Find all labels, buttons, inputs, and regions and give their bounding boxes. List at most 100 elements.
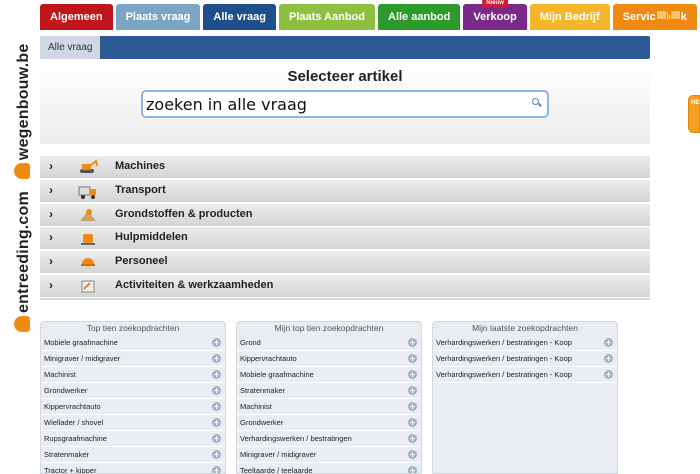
plus-icon[interactable] bbox=[408, 402, 417, 411]
plus-icon[interactable] bbox=[408, 370, 417, 379]
breadcrumb[interactable]: Alle vraag bbox=[40, 36, 101, 59]
plus-icon[interactable] bbox=[408, 386, 417, 395]
brand-logo[interactable]: entreeding.com wegenbouw.be bbox=[14, 44, 33, 332]
list-item[interactable]: Rupsgraafmachine bbox=[41, 431, 225, 447]
divider bbox=[40, 298, 650, 300]
list-item[interactable]: Wiellader / shovel bbox=[41, 415, 225, 431]
window-icon[interactable] bbox=[656, 10, 667, 20]
list-item[interactable]: Minigraver / midigraver bbox=[237, 447, 421, 463]
tab-plaats-aanbod[interactable]: Plaats Aanbod bbox=[279, 4, 375, 30]
list-item[interactable]: Grondwerker bbox=[41, 383, 225, 399]
tab-label: Verkoop bbox=[473, 11, 517, 23]
list-item-label: Tractor + kipper bbox=[44, 466, 97, 474]
plus-icon[interactable] bbox=[408, 466, 417, 473]
list-item-label: Minigraver / midigraver bbox=[240, 450, 317, 459]
print-icon[interactable] bbox=[670, 10, 681, 20]
tab-verkoop[interactable]: Nieuw Verkoop bbox=[463, 0, 527, 30]
my-recent-list: Mijn laatste zoekopdrachten Verhardingsw… bbox=[432, 321, 618, 474]
plus-icon[interactable] bbox=[604, 354, 613, 363]
category-label: Personeel bbox=[115, 255, 168, 268]
category-label: Activiteiten & werkzaamheden bbox=[115, 278, 274, 291]
list-item-label: Kippervrachtauto bbox=[240, 354, 297, 363]
category-hulpmiddelen[interactable]: › Hulpmiddelen bbox=[40, 227, 650, 250]
plus-icon[interactable] bbox=[212, 418, 221, 427]
list-item[interactable]: Grond bbox=[237, 335, 421, 351]
list-item[interactable]: Minigraver / midigraver bbox=[41, 351, 225, 367]
chevron-right-icon: › bbox=[49, 254, 53, 269]
list-item[interactable]: Machinist bbox=[237, 399, 421, 415]
plus-icon[interactable] bbox=[212, 466, 221, 473]
new-badge: Nieuw bbox=[482, 0, 508, 8]
plus-icon[interactable] bbox=[212, 434, 221, 443]
search-input[interactable] bbox=[143, 92, 523, 116]
list-item-label: Stratenmaker bbox=[44, 450, 90, 459]
list-item-label: Machinist bbox=[240, 402, 272, 411]
list-item[interactable]: Kippervrachtauto bbox=[41, 399, 225, 415]
list-item[interactable]: Verhardingswerken / bestratingen - Koop bbox=[433, 335, 617, 351]
plus-icon[interactable] bbox=[212, 354, 221, 363]
tab-alle-vraag[interactable]: Alle vraag bbox=[203, 4, 276, 30]
help-label: HELP bbox=[691, 100, 700, 106]
tab-alle-aanbod[interactable]: Alle aanbod bbox=[378, 4, 461, 30]
plus-icon[interactable] bbox=[408, 434, 417, 443]
list-item[interactable]: Verhardingswerken / bestratingen bbox=[237, 431, 421, 447]
materials-icon bbox=[80, 208, 96, 221]
chevron-right-icon: › bbox=[49, 277, 53, 292]
list-item[interactable]: Mobiele graafmachine bbox=[41, 335, 225, 351]
tab-label: Algemeen bbox=[50, 11, 103, 23]
list-items: Grond Kippervrachtauto Mobiele graafmachin… bbox=[237, 335, 421, 474]
tab-algemeen[interactable]: Algemeen bbox=[40, 4, 113, 30]
list-header: Mijn laatste zoekopdrachten bbox=[472, 323, 578, 333]
plus-icon[interactable] bbox=[604, 370, 613, 379]
list-item-label: Kippervrachtauto bbox=[44, 402, 101, 411]
plus-icon[interactable] bbox=[408, 338, 417, 347]
list-item[interactable]: Machinist bbox=[41, 367, 225, 383]
search-panel: Selecteer artikel bbox=[40, 64, 650, 144]
tab-plaats-vraag[interactable]: Plaats vraag bbox=[115, 4, 201, 30]
tab-label: Alle aanbod bbox=[388, 11, 451, 23]
list-item[interactable]: Mobiele graafmachine bbox=[237, 367, 421, 383]
category-personeel[interactable]: › Personeel bbox=[40, 251, 650, 274]
search-icon[interactable] bbox=[532, 98, 542, 108]
category-activiteiten[interactable]: › Activiteiten & werkzaamheden bbox=[40, 274, 650, 297]
list-item[interactable]: Stratenmaker bbox=[237, 383, 421, 399]
list-item[interactable]: Tractor + kipper bbox=[41, 463, 225, 474]
tab-label: Mijn Bedrijf bbox=[539, 11, 600, 23]
category-label: Grondstoffen & producten bbox=[115, 207, 253, 220]
tab-label: Alle vraag bbox=[213, 11, 266, 23]
list-item[interactable]: Teeltaarde / teelaarde bbox=[237, 463, 421, 474]
plus-icon[interactable] bbox=[212, 386, 221, 395]
tab-mijn-bedrijf[interactable]: Mijn Bedrijf bbox=[529, 4, 610, 30]
list-item[interactable]: Kippervrachtauto bbox=[237, 351, 421, 367]
plus-icon[interactable] bbox=[212, 370, 221, 379]
list-item[interactable]: Grondwerker bbox=[237, 415, 421, 431]
category-grondstoffen[interactable]: › Grondstoffen & producten bbox=[40, 203, 650, 226]
plus-icon[interactable] bbox=[408, 418, 417, 427]
brand-strip: entreeding.com wegenbouw.be bbox=[0, 30, 32, 332]
plus-icon[interactable] bbox=[212, 450, 221, 459]
category-list: › Machines › Transport › Grondstoffen & … bbox=[40, 156, 650, 299]
list-item-label: Grondwerker bbox=[44, 386, 88, 395]
chevron-right-icon: › bbox=[49, 206, 53, 221]
list-item[interactable]: Verhardingswerken / bestratingen - Koop bbox=[433, 367, 617, 383]
tab-servicedesk[interactable]: Servicedesk bbox=[612, 4, 697, 30]
top-ten-list: Top tien zoekopdrachten Mobiele graafmac… bbox=[40, 321, 226, 474]
plus-icon[interactable] bbox=[604, 338, 613, 347]
list-item[interactable]: Verhardingswerken / bestratingen - Koop bbox=[433, 351, 617, 367]
plus-icon[interactable] bbox=[212, 402, 221, 411]
category-machines[interactable]: › Machines bbox=[40, 156, 650, 178]
list-item-label: Teeltaarde / teelaarde bbox=[240, 466, 313, 474]
list-item-label: Verhardingswerken / bestratingen - Koop bbox=[436, 370, 572, 379]
activities-icon bbox=[81, 280, 95, 293]
category-transport[interactable]: › Transport bbox=[40, 179, 650, 202]
list-item[interactable]: Stratenmaker bbox=[41, 447, 225, 463]
help-tab[interactable]: HELP bbox=[688, 95, 700, 133]
brand-name-1: entreeding.com bbox=[15, 191, 32, 313]
plus-icon[interactable] bbox=[408, 354, 417, 363]
plus-icon[interactable] bbox=[212, 338, 221, 347]
tools-icon bbox=[81, 234, 95, 246]
my-top-ten-list: Mijn top tien zoekopdrachten Grond Kipper… bbox=[236, 321, 422, 474]
list-items: Mobiele graafmachine Minigraver / midigra… bbox=[41, 335, 225, 474]
list-header: Mijn top tien zoekopdrachten bbox=[274, 323, 384, 333]
plus-icon[interactable] bbox=[408, 450, 417, 459]
